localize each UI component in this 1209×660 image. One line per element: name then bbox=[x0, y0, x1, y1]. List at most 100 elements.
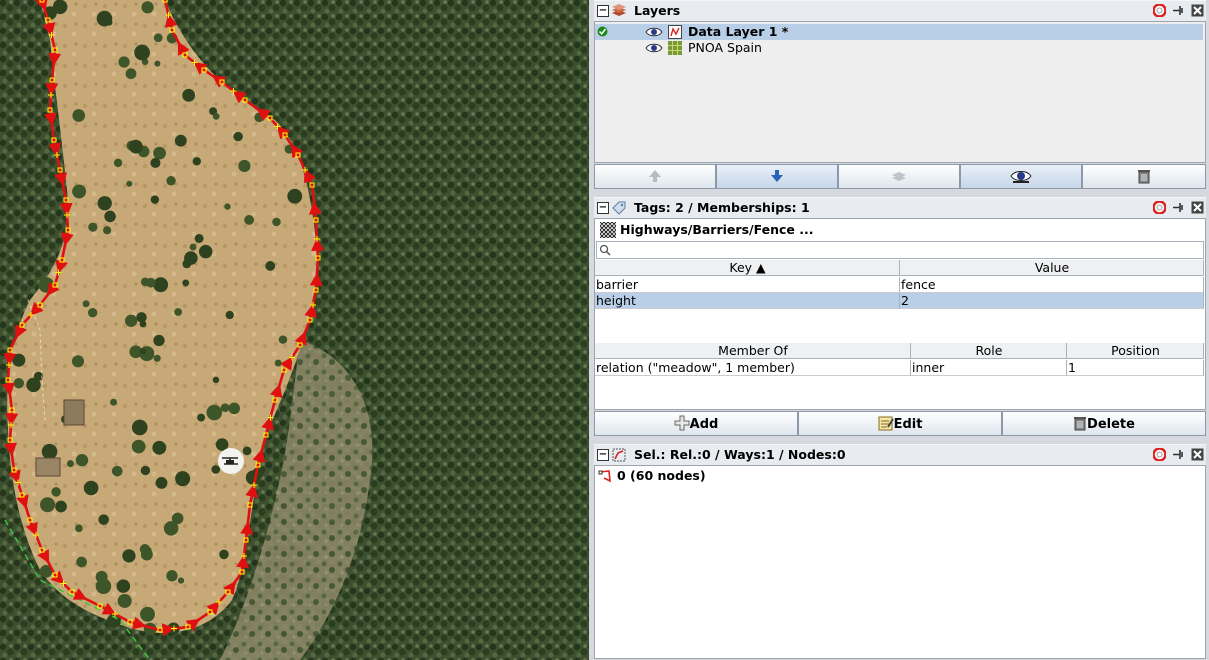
tree bbox=[228, 402, 240, 415]
tree bbox=[197, 413, 206, 422]
tree bbox=[125, 68, 137, 80]
tree bbox=[150, 157, 161, 168]
member-of-column-header[interactable]: Member Of bbox=[595, 343, 911, 359]
edit-tag-label: Edit bbox=[893, 417, 923, 432]
selection-list[interactable]: 0 (60 nodes) bbox=[594, 465, 1206, 659]
edit-tag-button[interactable]: Edit bbox=[798, 411, 1002, 436]
position-column-header[interactable]: Position bbox=[1067, 343, 1204, 359]
tag-value-cell[interactable]: fence bbox=[900, 277, 1204, 293]
tree bbox=[153, 33, 163, 43]
key-column-header[interactable]: Key ▲ bbox=[595, 260, 900, 276]
selection-item[interactable]: 0 (60 nodes) bbox=[595, 468, 1203, 484]
tree bbox=[72, 184, 87, 199]
tree bbox=[124, 314, 138, 327]
layers-panel: − Layers Data Layer 1 * PNOA Spain bbox=[594, 0, 1206, 192]
detach-icon[interactable] bbox=[1172, 201, 1185, 214]
imagery-layer-icon bbox=[668, 41, 682, 55]
tag-key-cell[interactable]: barrier bbox=[595, 277, 900, 293]
tree bbox=[26, 377, 41, 393]
help-icon[interactable] bbox=[1153, 201, 1167, 214]
tree bbox=[182, 279, 190, 287]
close-icon[interactable] bbox=[1191, 201, 1204, 214]
help-icon[interactable] bbox=[1153, 4, 1167, 17]
tree bbox=[144, 546, 152, 554]
tree bbox=[97, 196, 112, 211]
tree bbox=[198, 244, 213, 259]
tree bbox=[166, 570, 178, 582]
eye-icon[interactable] bbox=[645, 42, 663, 54]
delete-tag-button[interactable]: Delete bbox=[1002, 411, 1206, 436]
tag-icon bbox=[612, 201, 626, 215]
edit-icon bbox=[878, 416, 894, 431]
close-icon[interactable] bbox=[1191, 4, 1204, 17]
membership-relation-cell[interactable]: relation ("meadow", 1 member) bbox=[595, 360, 911, 376]
tag-search-input[interactable] bbox=[596, 241, 1204, 259]
active-layer-icon bbox=[597, 26, 608, 37]
detach-icon[interactable] bbox=[1172, 4, 1185, 17]
tree bbox=[111, 465, 123, 477]
layer-name: PNOA Spain bbox=[688, 40, 762, 55]
tree bbox=[87, 308, 98, 318]
tree bbox=[211, 465, 221, 474]
value-column-header[interactable]: Value bbox=[900, 260, 1204, 276]
layer-name: Data Layer 1 * bbox=[688, 24, 789, 39]
collapse-toggle-icon[interactable]: − bbox=[597, 5, 609, 17]
tree bbox=[155, 476, 168, 489]
membership-position-cell[interactable]: 1 bbox=[1067, 360, 1204, 376]
preset-link[interactable]: Highways/Barriers/Fence ... bbox=[595, 219, 1205, 240]
move-down-button[interactable] bbox=[716, 164, 838, 189]
layer-toolbar bbox=[594, 164, 1206, 189]
map-view[interactable] bbox=[0, 0, 589, 660]
tree bbox=[145, 277, 156, 288]
tree bbox=[88, 222, 98, 232]
tree bbox=[110, 398, 117, 406]
tree bbox=[41, 443, 58, 460]
tree bbox=[71, 355, 85, 368]
tag-actions: Add Edit Delete bbox=[594, 411, 1206, 436]
layer-list[interactable]: Data Layer 1 * PNOA Spain bbox=[594, 21, 1206, 163]
tree bbox=[174, 134, 187, 147]
tag-value-cell[interactable]: 2 bbox=[900, 293, 1204, 309]
tree bbox=[139, 348, 147, 355]
visibility-button[interactable] bbox=[960, 164, 1082, 189]
merge-button[interactable] bbox=[838, 164, 960, 189]
eye-icon[interactable] bbox=[645, 26, 663, 38]
tag-editor: Highways/Barriers/Fence ... Key ▲ Value … bbox=[594, 218, 1206, 410]
selection-list-icon bbox=[612, 448, 626, 462]
tags-panel-title: Tags: 2 / Memberships: 1 bbox=[634, 200, 810, 215]
map-canvas[interactable] bbox=[0, 0, 589, 660]
tree bbox=[40, 497, 56, 513]
move-up-button[interactable] bbox=[594, 164, 716, 189]
tree bbox=[171, 512, 184, 525]
way-icon bbox=[598, 470, 611, 483]
tree bbox=[238, 159, 251, 173]
role-column-header[interactable]: Role bbox=[911, 343, 1067, 359]
selection-panel-titlebar: − Sel.: Rel.:0 / Ways:1 / Nodes:0 bbox=[594, 444, 1206, 466]
building bbox=[63, 399, 85, 426]
tree bbox=[212, 113, 220, 120]
layer-row[interactable]: PNOA Spain bbox=[595, 40, 1203, 56]
collapse-toggle-icon[interactable]: − bbox=[597, 202, 609, 214]
tree bbox=[272, 217, 281, 227]
tree bbox=[182, 88, 196, 102]
helipad-icon[interactable] bbox=[218, 448, 244, 474]
layers-icon bbox=[612, 4, 626, 16]
collapse-toggle-icon[interactable]: − bbox=[597, 449, 609, 461]
tree bbox=[153, 277, 169, 293]
tag-key-cell[interactable]: height bbox=[595, 293, 900, 309]
tree bbox=[166, 176, 176, 186]
selection-panel: − Sel.: Rel.:0 / Ways:1 / Nodes:0 0 (60 … bbox=[594, 444, 1206, 660]
tree bbox=[72, 109, 86, 122]
detach-icon[interactable] bbox=[1172, 448, 1185, 461]
delete-layer-button[interactable] bbox=[1082, 164, 1206, 189]
membership-role-cell[interactable]: inner bbox=[911, 360, 1067, 376]
tree bbox=[189, 243, 197, 251]
tree bbox=[128, 139, 143, 154]
help-icon[interactable] bbox=[1153, 448, 1167, 461]
tree bbox=[131, 419, 148, 436]
close-icon[interactable] bbox=[1191, 448, 1204, 461]
tree bbox=[153, 354, 161, 362]
add-tag-button[interactable]: Add bbox=[594, 411, 798, 436]
tree bbox=[242, 446, 252, 456]
layer-row[interactable]: Data Layer 1 * bbox=[595, 24, 1203, 40]
